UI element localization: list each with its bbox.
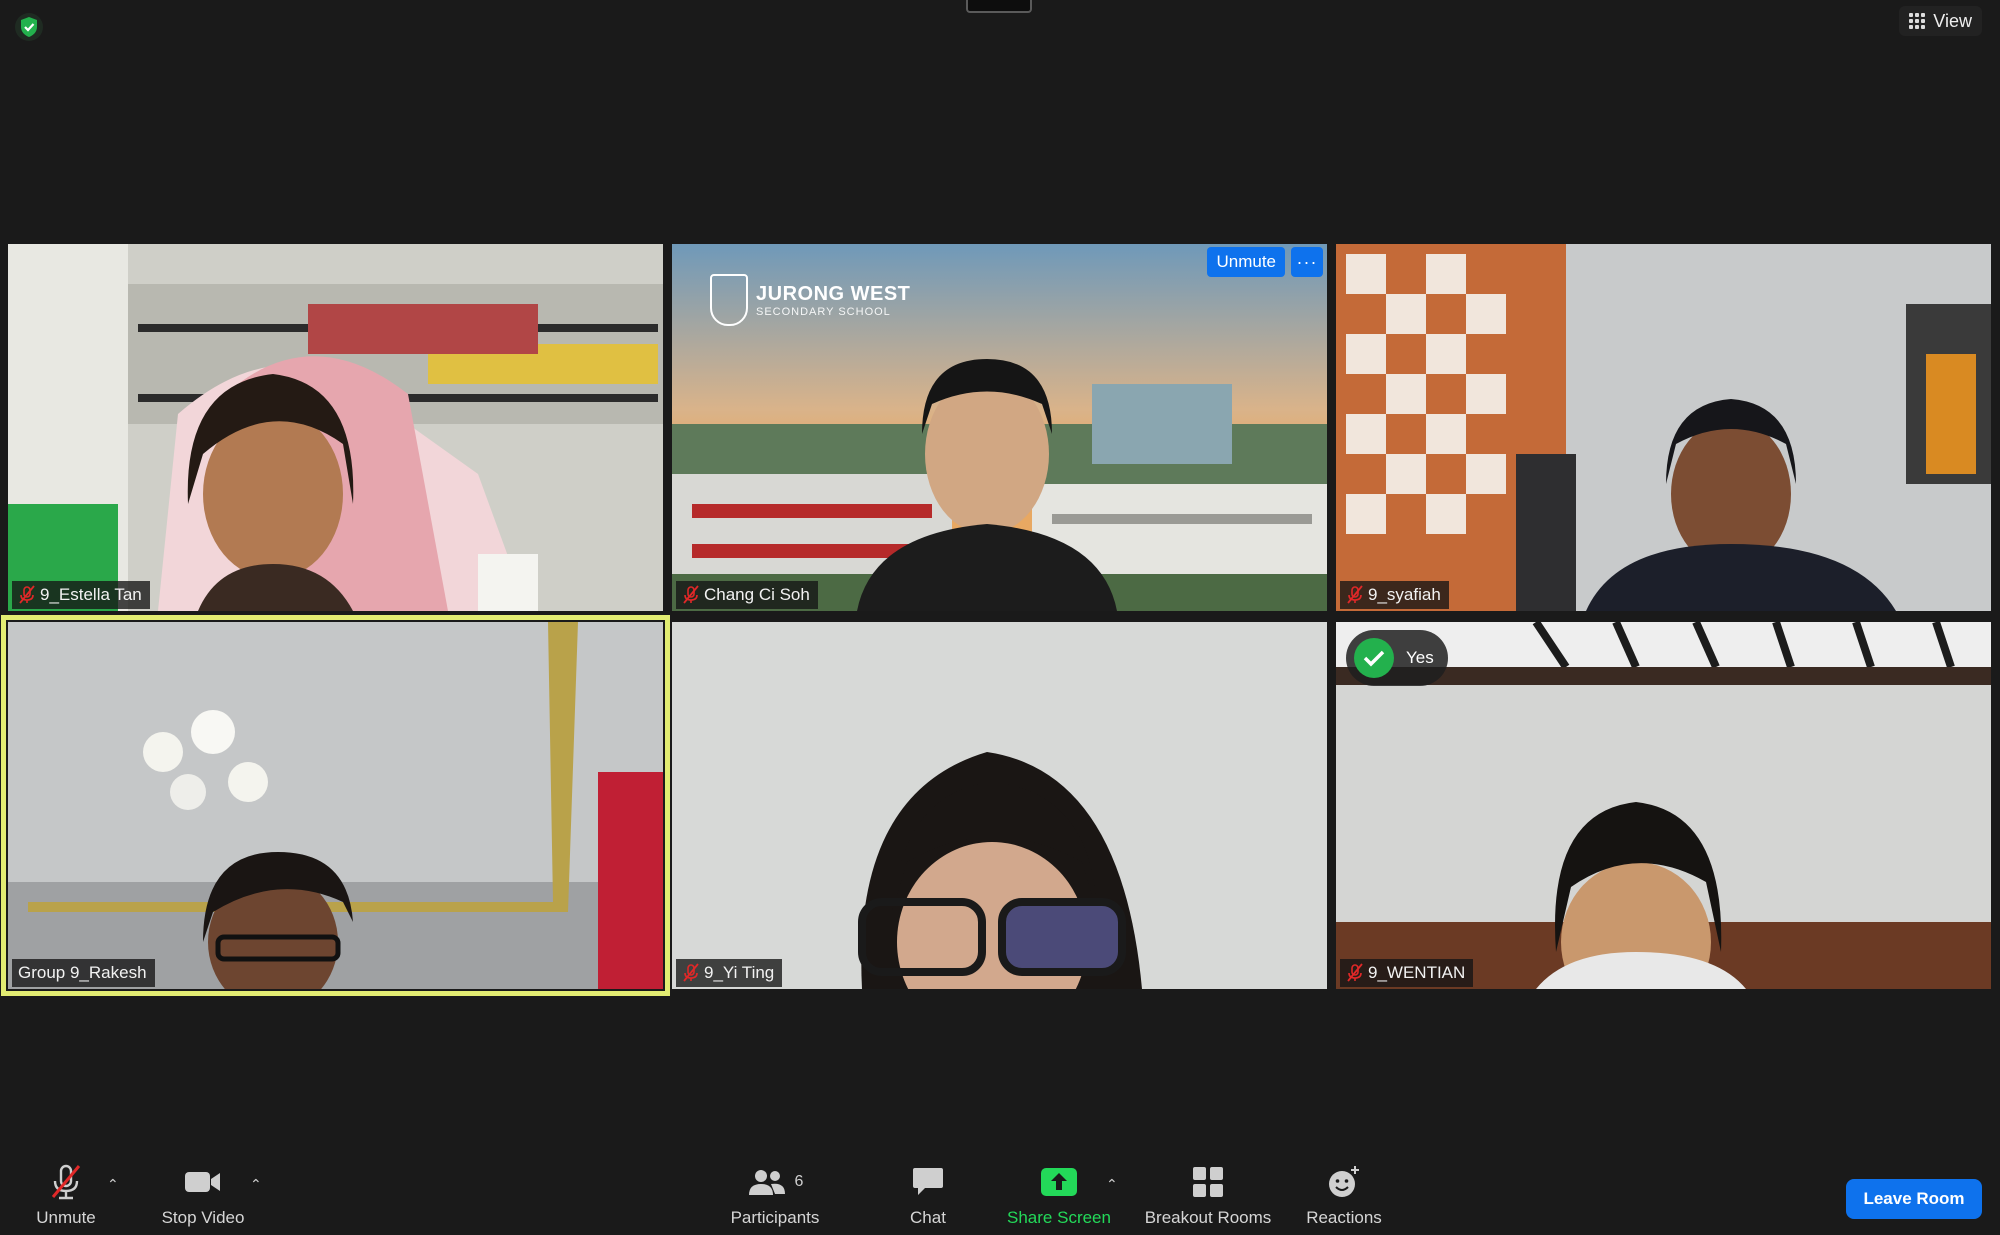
chat-button[interactable]: Chat — [904, 1162, 952, 1228]
participant-name: 9_Yi Ting — [704, 963, 775, 982]
video-tile[interactable]: Yes 9_WENTIAN — [1336, 622, 1991, 989]
view-label: View — [1933, 10, 1972, 31]
participants-label: Participants — [730, 1208, 820, 1227]
participant-name-tag: Group 9_Rakesh — [12, 959, 155, 987]
breakout-rooms-icon — [1193, 1167, 1223, 1197]
video-tile[interactable]: 9_syafiah — [1336, 244, 1991, 611]
share-screen-label: Share Screen — [1007, 1208, 1111, 1227]
view-button[interactable]: View — [1899, 6, 1982, 36]
participant-name: 9_syafiah — [1368, 585, 1441, 604]
reactions-smiley-icon — [1329, 1166, 1359, 1197]
participant-name: 9_WENTIAN — [1368, 963, 1466, 982]
stop-video-button[interactable]: Stop Video — [158, 1162, 248, 1228]
video-feed — [8, 622, 663, 989]
participants-count: 6 — [794, 1173, 804, 1190]
zoom-meeting-window: View 9_Estella Tan JURONG WEST SECONDARY… — [0, 0, 2000, 1235]
breakout-rooms-label: Breakout Rooms — [1144, 1208, 1272, 1227]
nonverbal-feedback-badge: Yes — [1346, 630, 1448, 686]
feedback-label: Yes — [1406, 648, 1434, 667]
share-options-caret[interactable]: ⌃ — [1106, 1176, 1118, 1193]
school-name-line2: SECONDARY SCHOOL — [756, 305, 891, 318]
meeting-toolbar: Unmute ⌃ Stop Video ⌃ 6 Participants Cha… — [0, 1158, 2000, 1235]
participant-name: 9_Estella Tan — [40, 585, 142, 604]
reactions-button[interactable]: Reactions — [1304, 1162, 1384, 1228]
ask-to-unmute-button[interactable]: Unmute — [1207, 247, 1285, 277]
unmute-button[interactable]: Unmute — [30, 1162, 102, 1228]
shield-check-icon[interactable] — [14, 12, 44, 42]
school-name-line1: JURONG WEST — [756, 282, 911, 305]
reactions-label: Reactions — [1306, 1208, 1382, 1227]
video-camera-icon — [185, 1172, 220, 1192]
check-icon — [1354, 638, 1394, 678]
video-feed — [1336, 244, 1991, 611]
participant-name-tag: Chang Ci Soh — [676, 581, 818, 609]
grid-icon — [1909, 13, 1926, 29]
share-screen-icon — [1041, 1168, 1077, 1196]
video-feed — [8, 244, 663, 611]
muted-mic-icon — [51, 1164, 81, 1200]
participant-name-tag: 9_Yi Ting — [676, 959, 783, 987]
breakout-rooms-button[interactable]: Breakout Rooms — [1142, 1162, 1274, 1228]
video-feed — [672, 622, 1327, 989]
participants-icon — [748, 1170, 785, 1195]
participant-name-tag: 9_syafiah — [1340, 581, 1449, 609]
muted-mic-icon — [683, 963, 699, 982]
chat-bubble-icon — [913, 1168, 943, 1195]
participant-name-tag: 9_Estella Tan — [12, 581, 150, 609]
muted-mic-icon — [1347, 585, 1363, 604]
video-tile[interactable]: 9_Yi Ting — [672, 622, 1327, 989]
audio-options-caret[interactable]: ⌃ — [107, 1176, 119, 1193]
school-crest-icon — [710, 274, 748, 326]
video-options-caret[interactable]: ⌃ — [250, 1176, 262, 1193]
muted-mic-icon — [19, 585, 35, 604]
video-tile[interactable]: 9_Estella Tan — [8, 244, 663, 611]
share-screen-button share[interactable]: Share Screen — [1006, 1162, 1112, 1228]
stop-video-label: Stop Video — [161, 1208, 245, 1227]
participants-button[interactable]: 6 Participants — [726, 1162, 824, 1228]
video-tile[interactable]: JURONG WEST SECONDARY SCHOOL Unmute ··· … — [672, 244, 1327, 611]
leave-room-button[interactable]: Leave Room — [1846, 1179, 1982, 1219]
participant-name-tag: 9_WENTIAN — [1340, 959, 1474, 987]
more-options-button[interactable]: ··· — [1291, 247, 1323, 277]
muted-mic-icon — [683, 585, 699, 604]
muted-mic-icon — [1347, 963, 1363, 982]
screen-notch — [966, 0, 1032, 13]
participant-name: Group 9_Rakesh — [18, 963, 147, 982]
chat-label: Chat — [910, 1208, 946, 1227]
unmute-label: Unmute — [36, 1208, 96, 1227]
school-logo: JURONG WEST SECONDARY SCHOOL — [710, 274, 910, 326]
video-tile-active-speaker[interactable]: Group 9_Rakesh — [1, 615, 670, 996]
participant-name: Chang Ci Soh — [704, 585, 810, 604]
